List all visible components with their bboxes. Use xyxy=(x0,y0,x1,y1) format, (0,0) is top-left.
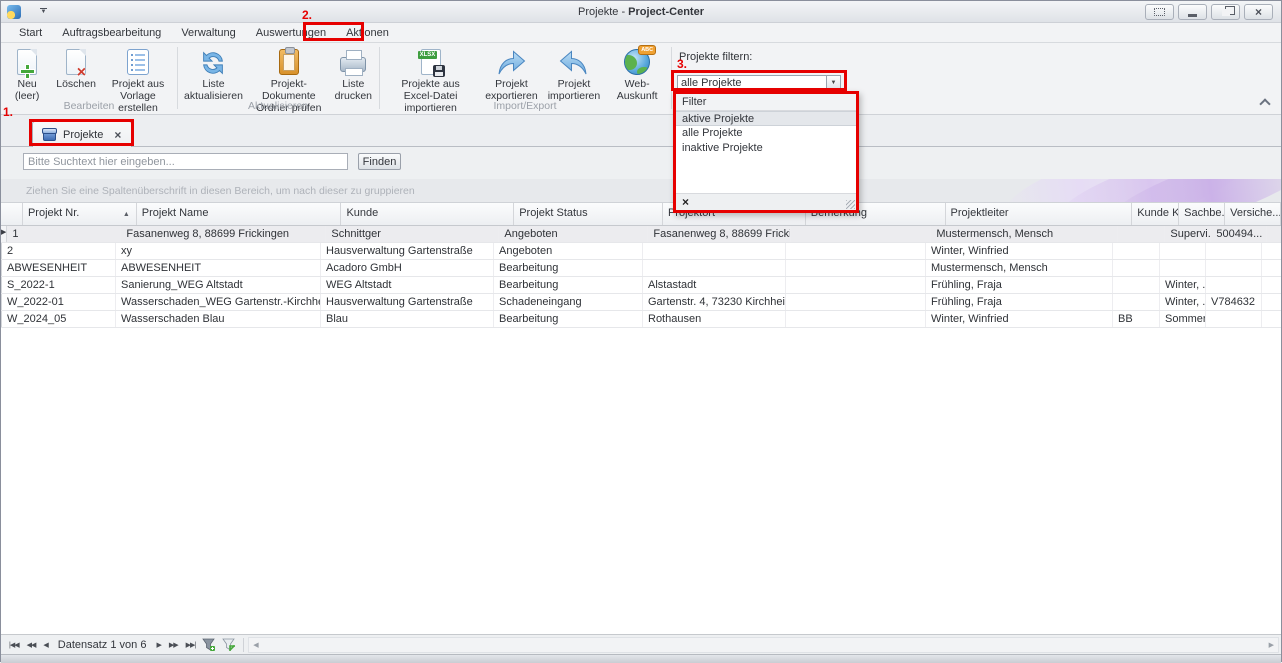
ribbon: Neu (leer) × Löschen Projekt aus Vorlage… xyxy=(1,43,1281,115)
tab-aktionen[interactable]: Aktionen xyxy=(336,24,399,42)
search-input[interactable] xyxy=(23,153,348,170)
grid-header-row: Projekt Nr. ▲ Projekt Name Kunde Projekt… xyxy=(1,203,1281,226)
search-bar: Finden xyxy=(1,147,1281,179)
ribbon-tab-bar: Start Auftragsbearbeitung Verwaltung Aus… xyxy=(1,23,1281,43)
column-header-projektleiter[interactable]: Projektleiter xyxy=(946,203,1133,225)
edit-filter-icon[interactable] xyxy=(222,638,236,652)
dropdown-footer: × xyxy=(676,193,856,210)
dropdown-close-icon[interactable]: × xyxy=(682,195,689,209)
table-row[interactable]: 2 xy Hausverwaltung Gartenstraße Angebot… xyxy=(1,243,1281,260)
table-row[interactable]: S_2022-1 Sanierung_WEG Altstadt WEG Alts… xyxy=(1,277,1281,294)
refresh-icon xyxy=(196,46,230,78)
dropdown-option-alle-projekte[interactable]: alle Projekte xyxy=(676,126,856,141)
clipboard-icon xyxy=(272,46,306,78)
minimize-button[interactable] xyxy=(1178,4,1207,20)
group-by-hint: Ziehen Sie eine Spaltenüberschrift in di… xyxy=(26,185,415,197)
minimize-icon xyxy=(1188,14,1197,17)
new-document-icon xyxy=(10,46,44,78)
tab-start[interactable]: Start xyxy=(9,24,52,42)
annotation-label-1: 1. xyxy=(3,105,13,119)
restore-icon xyxy=(1222,9,1230,16)
fullscreen-icon xyxy=(1154,8,1165,16)
dropdown-option-aktive-projekte[interactable]: aktive Projekte xyxy=(676,111,856,126)
ribbon-group-import-export: XLSX Projekte aus Excel-Datei importiere… xyxy=(381,43,669,113)
table-row[interactable]: W_2024_05 Wasserschaden Blau Blau Bearbe… xyxy=(1,311,1281,328)
column-header-projekt-nr[interactable]: Projekt Nr. ▲ xyxy=(23,203,137,225)
table-row[interactable]: ABWESENHEIT ABWESENHEIT Acadoro GmbH Bea… xyxy=(1,260,1281,277)
scroll-left-icon[interactable]: ◀ xyxy=(249,641,262,649)
export-arrow-icon xyxy=(494,46,528,78)
last-record-button[interactable]: ▶▶| xyxy=(182,641,200,649)
resize-grip-icon[interactable] xyxy=(846,200,855,209)
annotation-label-3: 3. xyxy=(677,57,687,71)
combobox-value: alle Projekte xyxy=(678,77,826,89)
next-record-button[interactable]: ▶ xyxy=(152,641,164,649)
close-button[interactable]: × xyxy=(1244,4,1273,20)
globe-icon: ABC xyxy=(620,46,654,78)
application-window: { "titlebar": { "title_prefix": "Projekt… xyxy=(0,0,1282,662)
close-icon: × xyxy=(1255,7,1262,17)
group-by-panel[interactable]: Ziehen Sie eine Spaltenüberschrift in di… xyxy=(1,179,1281,203)
project-filter-combobox[interactable]: alle Projekte ▼ xyxy=(677,75,841,90)
first-record-button[interactable]: |◀◀ xyxy=(5,641,23,649)
find-button[interactable]: Finden xyxy=(358,153,401,170)
scroll-right-icon[interactable]: ▶ xyxy=(1265,641,1278,649)
filter-icon[interactable] xyxy=(202,638,216,652)
column-header-projekt-name[interactable]: Projekt Name xyxy=(137,203,342,225)
group-caption-aktualisieren: Aktualisieren xyxy=(179,100,377,112)
annotation-label-2: 2. xyxy=(302,8,312,22)
title-bar: ▼ Projekte - Project-Center × xyxy=(1,1,1281,23)
column-header-kunde[interactable]: Kunde xyxy=(341,203,514,225)
tab-close-icon[interactable]: × xyxy=(114,130,121,140)
template-icon xyxy=(121,46,155,78)
filter-label: Projekte filtern: xyxy=(679,51,752,63)
sort-ascending-icon: ▲ xyxy=(123,211,130,218)
dropdown-option-inaktive-projekte[interactable]: inaktive Projekte xyxy=(676,141,856,156)
ribbon-group-aktualisieren: Liste aktualisieren Projekt-Dokumente Or… xyxy=(179,43,377,113)
tab-projekte-label: Projekte xyxy=(63,129,103,141)
grid-rows: ▶ 1 Fasanenweg 8, 88699 Frickingen Schni… xyxy=(1,226,1281,328)
table-row[interactable]: W_2022-01 Wasserschaden_WEG Gartenstr.-K… xyxy=(1,294,1281,311)
tab-verwaltung[interactable]: Verwaltung xyxy=(171,24,245,42)
record-navigator: |◀◀ ◀◀ ◀ Datensatz 1 von 6 ▶ ▶▶ ▶▶| ◀ ▶ xyxy=(1,634,1281,654)
record-count-text: Datensatz 1 von 6 xyxy=(52,639,153,651)
column-header-kunde-k[interactable]: Kunde K... xyxy=(1132,203,1179,225)
column-header-projekt-status[interactable]: Projekt Status xyxy=(514,203,663,225)
ribbon-group-bearbeiten: Neu (leer) × Löschen Projekt aus Vorlage… xyxy=(3,43,175,113)
column-header-sachbe[interactable]: Sachbe... xyxy=(1179,203,1225,225)
horizontal-scrollbar[interactable]: ◀ ▶ xyxy=(248,637,1279,653)
group-caption-import-export: Import/Export xyxy=(381,100,669,112)
import-arrow-icon xyxy=(557,46,591,78)
prev-record-button[interactable]: ◀ xyxy=(39,641,51,649)
column-header-versiche[interactable]: Versiche... xyxy=(1225,203,1281,225)
delete-document-icon: × xyxy=(59,46,93,78)
window-title: Projekte - Project-Center xyxy=(1,6,1281,18)
filter-dropdown-popup: Filter aktive Projekte alle Projekte ina… xyxy=(673,91,859,213)
table-row[interactable]: ▶ 1 Fasanenweg 8, 88699 Frickingen Schni… xyxy=(1,226,1281,243)
next-page-button[interactable]: ▶▶ xyxy=(165,641,182,649)
row-indicator-header xyxy=(1,203,23,225)
tab-auftragsbearbeitung[interactable]: Auftragsbearbeitung xyxy=(52,24,171,42)
tab-projekte[interactable]: Projekte × xyxy=(32,121,132,147)
chevron-down-icon[interactable]: ▼ xyxy=(826,76,840,89)
project-box-icon xyxy=(43,131,56,141)
tab-auswertungen[interactable]: Auswertungen xyxy=(246,24,336,42)
excel-import-icon: XLSX xyxy=(414,46,448,78)
document-tab-strip: Projekte × xyxy=(1,115,1281,147)
navigator-divider xyxy=(243,638,244,652)
fullscreen-button[interactable] xyxy=(1145,4,1174,20)
projects-grid: Ziehen Sie eine Spaltenüberschrift in di… xyxy=(1,179,1281,634)
group-caption-bearbeiten: Bearbeiten xyxy=(3,100,175,112)
restore-button[interactable] xyxy=(1211,4,1240,20)
printer-icon xyxy=(336,46,370,78)
prev-page-button[interactable]: ◀◀ xyxy=(23,641,40,649)
dropdown-header: Filter xyxy=(676,94,856,111)
collapse-ribbon-icon[interactable] xyxy=(1260,97,1269,106)
